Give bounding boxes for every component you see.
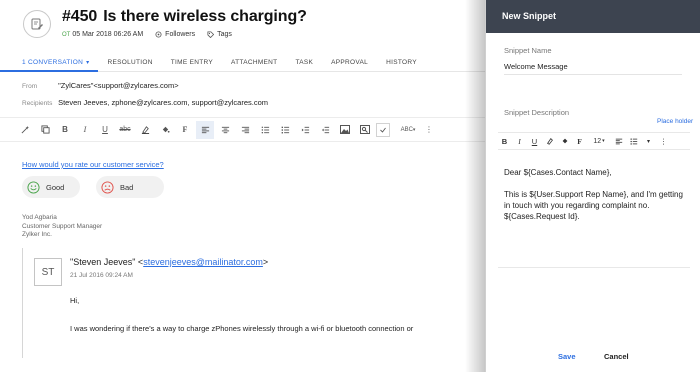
snippet-body-line-1: Dear ${Cases.Contact Name}, xyxy=(504,168,612,177)
magic-icon[interactable] xyxy=(16,121,34,139)
snippet-body-line-2: This is ${User.Support Rep Name}, and I'… xyxy=(504,190,683,221)
ordered-list-icon[interactable] xyxy=(256,121,274,139)
quoted-from-name: "Steven Jeeves" < xyxy=(70,257,144,267)
quoted-date: 21 Jul 2016 09:24 AM xyxy=(70,272,133,279)
followers-label: Followers xyxy=(165,31,196,38)
font-icon[interactable]: F xyxy=(176,121,194,139)
italic-icon[interactable]: I xyxy=(513,134,526,148)
bad-label: Bad xyxy=(120,182,134,192)
frown-icon xyxy=(101,180,114,194)
ticket-date: 05 Mar 2018 06:26 AM xyxy=(72,31,144,38)
unordered-list-icon[interactable] xyxy=(627,134,640,148)
more-icon[interactable]: ABC ▾ xyxy=(398,121,418,139)
quoted-greeting: Hi, xyxy=(70,296,80,305)
align-left-icon[interactable] xyxy=(612,134,625,148)
text-color-icon[interactable] xyxy=(136,121,154,139)
align-right-icon[interactable] xyxy=(236,121,254,139)
from-row: From "ZylCares"<support@zylcares.com> xyxy=(22,81,179,90)
save-button[interactable]: Save xyxy=(558,352,576,361)
recipients-field[interactable]: Steven Jeeves, zphone@zylcares.com, supp… xyxy=(58,98,268,107)
bold-icon[interactable]: B xyxy=(498,134,511,148)
tags-label: Tags xyxy=(217,31,232,38)
snippet-editor-toolbar: B I U F 12 ▾ ▾ ⋮ xyxy=(498,132,690,150)
recipients-row: Recipients Steven Jeeves, zphone@zylcare… xyxy=(22,98,268,107)
tab-conversation[interactable]: 1 CONVERSATION ▾ xyxy=(0,53,99,72)
smile-icon xyxy=(27,180,40,194)
good-label: Good xyxy=(46,182,65,192)
snippet-name-label: Snippet Name xyxy=(504,46,552,55)
tab-task[interactable]: TASK xyxy=(286,53,322,72)
snippet-name-input[interactable]: Welcome Message xyxy=(504,61,682,75)
highlight-icon[interactable] xyxy=(558,134,571,148)
tab-conversation-label: 1 CONVERSATION xyxy=(22,58,84,66)
from-field[interactable]: "ZylCares"<support@zylcares.com> xyxy=(58,81,178,90)
bad-rating-button[interactable]: Bad xyxy=(96,176,164,198)
chevron-down-icon: ▾ xyxy=(86,59,90,66)
snippet-description-label[interactable]: Snippet Description xyxy=(504,108,569,117)
editor-toolbar: B I U abc F ABC ▾ ⋮ xyxy=(0,117,485,142)
quoted-message: ST "Steven Jeeves" <stevenjeeves@mailina… xyxy=(22,248,462,358)
snippet-body-editor[interactable]: Dear ${Cases.Contact Name}, This is ${Us… xyxy=(498,150,690,268)
ticket-due-date[interactable]: OT 05 Mar 2018 06:26 AM xyxy=(62,31,143,38)
quoted-body: I was wondering if there's a way to char… xyxy=(70,324,414,333)
ticket-subject: Is there wireless charging? xyxy=(103,8,307,25)
good-rating-button[interactable]: Good xyxy=(22,176,80,198)
tab-time-entry[interactable]: TIME ENTRY xyxy=(162,53,222,72)
tab-approval[interactable]: APPROVAL xyxy=(322,53,377,72)
bold-icon[interactable]: B xyxy=(56,121,74,139)
signature: Yod Agbaria Customer Support Manager Zyl… xyxy=(22,214,102,240)
highlight-icon[interactable] xyxy=(156,121,174,139)
italic-icon[interactable]: I xyxy=(76,121,94,139)
quoted-from: "Steven Jeeves" <stevenjeeves@mailinator… xyxy=(70,257,268,267)
cancel-button[interactable]: Cancel xyxy=(604,352,629,361)
signature-name: Yod Agbaria xyxy=(22,214,57,221)
font-icon[interactable]: F xyxy=(573,134,586,148)
quoted-from-end: > xyxy=(262,257,269,267)
unordered-list-icon[interactable] xyxy=(276,121,294,139)
ticket-meta: OT 05 Mar 2018 06:26 AM Followers Tags xyxy=(62,31,244,38)
ticket-number: #450 xyxy=(62,8,98,25)
from-label: From xyxy=(22,83,38,90)
more-options-icon[interactable]: ⋮ xyxy=(420,121,438,139)
signature-company: Zylker Inc. xyxy=(22,231,52,238)
insert-image-icon[interactable] xyxy=(336,121,354,139)
signature-role: Customer Support Manager xyxy=(22,222,103,230)
avatar: ST xyxy=(34,258,62,286)
snippet-header: New Snippet xyxy=(486,0,700,33)
font-size-value: 12 xyxy=(593,137,602,145)
panel-shadow xyxy=(465,0,485,372)
followers-button[interactable]: Followers xyxy=(155,31,195,38)
ticket-edit-icon xyxy=(23,10,51,38)
tab-history[interactable]: HISTORY xyxy=(377,53,426,72)
outdent-icon[interactable] xyxy=(316,121,334,139)
new-snippet-panel: New Snippet Snippet Name Welcome Message… xyxy=(485,0,700,372)
ticket-panel: #450 Is there wireless charging? OT 05 Ma… xyxy=(0,0,485,372)
insert-link-icon[interactable] xyxy=(356,121,374,139)
more-options-icon[interactable]: ⋮ xyxy=(657,134,670,148)
font-size-select[interactable]: 12 ▾ xyxy=(588,134,610,148)
copy-icon[interactable] xyxy=(36,121,54,139)
overdue-badge: OT xyxy=(62,31,71,38)
spellcheck-icon[interactable] xyxy=(376,122,390,137)
text-color-icon[interactable] xyxy=(543,134,556,148)
quoted-from-email[interactable]: stevenjeeves@mailinator.com xyxy=(143,257,263,267)
align-left-icon[interactable] xyxy=(196,120,214,139)
align-center-icon[interactable] xyxy=(216,121,234,139)
survey-question-link[interactable]: How would you rate our customer service? xyxy=(22,160,164,169)
ticket-tabs: 1 CONVERSATION ▾ RESOLUTION TIME ENTRY AT… xyxy=(0,53,485,72)
indent-icon[interactable] xyxy=(296,121,314,139)
tab-attachment[interactable]: ATTACHMENT xyxy=(222,53,286,72)
underline-icon[interactable]: U xyxy=(96,121,114,139)
tab-resolution[interactable]: RESOLUTION xyxy=(98,53,161,72)
placeholder-link[interactable]: Place holder xyxy=(657,118,693,125)
recipients-label: Recipients xyxy=(22,100,53,107)
underline-icon[interactable]: U xyxy=(528,134,541,148)
tag-icon xyxy=(207,31,215,38)
tags-button[interactable]: Tags xyxy=(207,31,232,38)
strikethrough-icon[interactable]: abc xyxy=(116,121,134,139)
chevron-down-icon[interactable]: ▾ xyxy=(642,134,655,148)
ticket-title: #450 Is there wireless charging? xyxy=(62,8,307,26)
eye-icon xyxy=(155,31,162,38)
snippet-title: New Snippet xyxy=(502,11,557,21)
